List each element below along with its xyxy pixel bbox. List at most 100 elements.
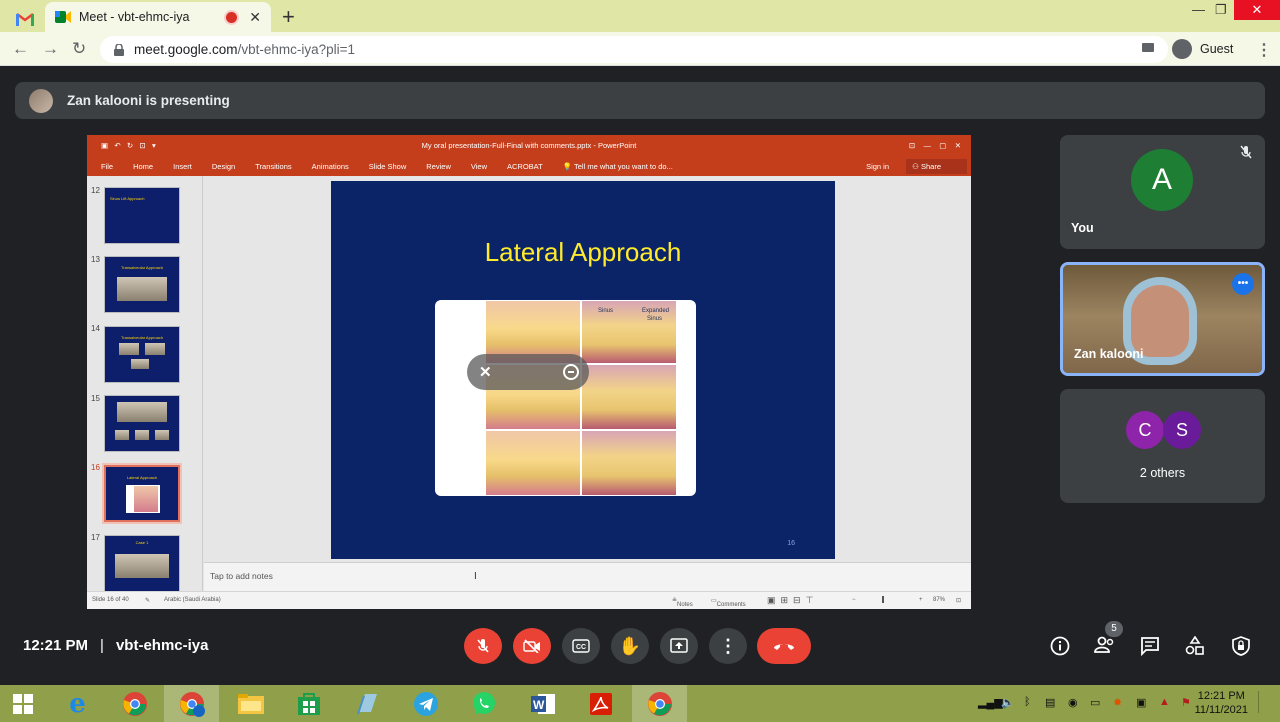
spellcheck-icon: ✎ xyxy=(145,598,151,604)
thumb-num: 16 xyxy=(91,463,100,472)
taskbar-chrome[interactable] xyxy=(107,685,162,722)
raise-hand-button[interactable]: ✋ xyxy=(611,628,649,664)
gmail-pinned-tab[interactable] xyxy=(8,5,42,32)
slide-title: Lateral Approach xyxy=(484,237,682,267)
window-close-button[interactable]: ✕ xyxy=(1234,0,1280,20)
ppt-notes-area: Tap to add notes I xyxy=(204,562,971,591)
present-icon xyxy=(670,638,688,653)
ppt-tell-me: 💡 Tell me what you want to do... xyxy=(562,161,673,171)
tray-flag-icon[interactable]: ⚑ xyxy=(1181,696,1191,709)
thumb-num: 17 xyxy=(91,533,100,542)
status-zoom: 87% xyxy=(933,597,946,603)
zoom-in-icon: + xyxy=(919,597,923,603)
taskbar-telegram[interactable] xyxy=(398,685,453,722)
chrome-icon xyxy=(122,691,147,716)
current-slide: Lateral Approach Sinus Expanded Sinus ✕ … xyxy=(331,181,835,559)
browser-menu-icon[interactable]: ⋮ xyxy=(1256,40,1272,60)
status-slide-of: Slide 16 of 40 xyxy=(92,597,129,603)
address-bar[interactable]: meet.google.com/vbt-ehmc-iya?pli=1 xyxy=(100,36,1168,63)
recording-icon xyxy=(226,11,238,23)
zoom-out-icon: − xyxy=(852,597,856,603)
thumb-num: 15 xyxy=(91,394,100,403)
notes-placeholder: Tap to add notes xyxy=(210,571,273,581)
svg-text:CC: CC xyxy=(576,644,586,651)
volume-icon[interactable]: 🔈 xyxy=(1001,696,1015,709)
tray-app-icon-2[interactable]: ◉ xyxy=(1068,696,1078,709)
camera-toggle-button[interactable] xyxy=(513,628,551,664)
new-tab-button[interactable]: + xyxy=(282,4,295,30)
browser-tab-bar: Meet - vbt-ehmc-iya ✕ + — ❐ ✕ xyxy=(0,0,1280,32)
you-avatar: A xyxy=(1131,149,1193,211)
profile-button[interactable]: Guest xyxy=(1172,37,1233,61)
leave-call-button[interactable] xyxy=(757,628,811,664)
host-controls-icon[interactable] xyxy=(1231,636,1251,661)
people-icon[interactable] xyxy=(1094,636,1116,659)
captions-button[interactable]: CC xyxy=(562,628,600,664)
tray-app-icon[interactable]: ▤ xyxy=(1045,696,1055,709)
ppt-window-controls: ⊡ — ▢ ✕ xyxy=(908,141,961,150)
fit-slide-icon: ⊡ xyxy=(956,598,962,604)
ppt-menu-home: Home xyxy=(133,161,154,171)
more-options-button[interactable]: ⋮ xyxy=(709,628,747,664)
ppt-menu-design: Design xyxy=(211,161,236,171)
telegram-icon xyxy=(413,691,438,716)
close-tab-icon[interactable]: ✕ xyxy=(249,9,261,26)
ppt-menu-animations: Animations xyxy=(311,161,349,171)
shared-screen: ▣ ↶ ↻ ⊡ ▾ My oral presentation-Full-Fina… xyxy=(87,135,971,609)
taskbar-file-explorer[interactable] xyxy=(223,685,278,722)
taskbar-acrobat[interactable] xyxy=(573,685,628,722)
participant-count-badge: 5 xyxy=(1105,621,1123,637)
view-buttons: ▣ ⊞ ⊟ ⊤ xyxy=(767,595,814,605)
gmail-icon xyxy=(16,12,34,26)
tray-app-icon-4[interactable]: ✸ xyxy=(1113,696,1122,709)
tile-presenter[interactable]: ••• Zan kalooni xyxy=(1060,262,1265,376)
acrobat-icon xyxy=(589,692,612,715)
divider: | xyxy=(100,637,104,654)
taskbar-whatsapp[interactable] xyxy=(456,685,511,722)
word-icon: W xyxy=(530,693,555,714)
notifications-icon[interactable] xyxy=(1258,691,1276,713)
tray-app-icon-3[interactable]: ▭ xyxy=(1090,696,1100,709)
reload-icon[interactable]: ↻ xyxy=(72,39,86,59)
minimize-icon[interactable]: — xyxy=(1192,2,1205,17)
tile-you[interactable]: A You xyxy=(1060,135,1265,249)
present-button[interactable] xyxy=(660,628,698,664)
tray-display-icon[interactable]: ▣ xyxy=(1136,696,1146,709)
ppt-menu-transitions: Transitions xyxy=(255,161,292,171)
close-overlay-icon: ✕ xyxy=(479,364,492,381)
save-icon: ▣ ↶ ↻ ⊡ ▾ xyxy=(101,141,156,150)
taskbar-store[interactable] xyxy=(281,685,336,722)
url-path: /vbt-ehmc-iya?pli=1 xyxy=(237,42,355,57)
tile-others[interactable]: C S 2 others xyxy=(1060,389,1265,503)
more-vert-icon: ⋮ xyxy=(719,635,737,656)
meeting-details-icon[interactable] xyxy=(1050,636,1070,661)
presenter-avatar xyxy=(29,88,53,113)
ppt-menu-view: View xyxy=(470,161,487,171)
meet-tab[interactable]: Meet - vbt-ehmc-iya ✕ xyxy=(45,2,271,32)
taskbar-word[interactable]: W xyxy=(515,685,570,722)
activities-icon[interactable] xyxy=(1185,635,1205,661)
taskbar-ie[interactable]: e xyxy=(50,685,105,722)
taskbar-notes-app[interactable] xyxy=(339,685,394,722)
screenshare-controls-overlay: ✕ xyxy=(467,354,589,390)
bluetooth-icon[interactable]: ᛒ xyxy=(1024,696,1031,708)
restore-icon[interactable]: ❐ xyxy=(1215,2,1227,18)
forward-icon[interactable]: → xyxy=(42,39,59,59)
thumb-slide-15 xyxy=(104,395,180,452)
ppt-slide-thumbnails: 12 Sinus Lift Approach 13 Transalveolar … xyxy=(87,176,203,592)
network-icon[interactable]: ▂▄▆ xyxy=(978,696,1003,709)
meeting-time: 12:21 PM xyxy=(23,637,89,654)
tray-acrobat-icon[interactable]: ▲ xyxy=(1159,696,1170,708)
taskbar-chrome-active[interactable] xyxy=(632,685,687,722)
taskbar-chrome-profile[interactable] xyxy=(164,685,219,722)
chat-icon[interactable] xyxy=(1140,636,1160,661)
thumb-slide-12: Sinus Lift Approach xyxy=(104,187,180,244)
captions-icon: CC xyxy=(572,639,590,653)
meeting-info: 12:21 PM | vbt-ehmc-iya xyxy=(23,637,208,654)
taskbar-clock[interactable]: 12:21 PM 11/11/2021 xyxy=(1195,689,1248,717)
camera-permission-icon[interactable] xyxy=(1142,43,1154,52)
windows-icon xyxy=(13,693,33,714)
start-button[interactable] xyxy=(0,685,46,722)
mic-toggle-button[interactable] xyxy=(464,628,502,664)
back-icon[interactable]: ← xyxy=(12,39,29,59)
